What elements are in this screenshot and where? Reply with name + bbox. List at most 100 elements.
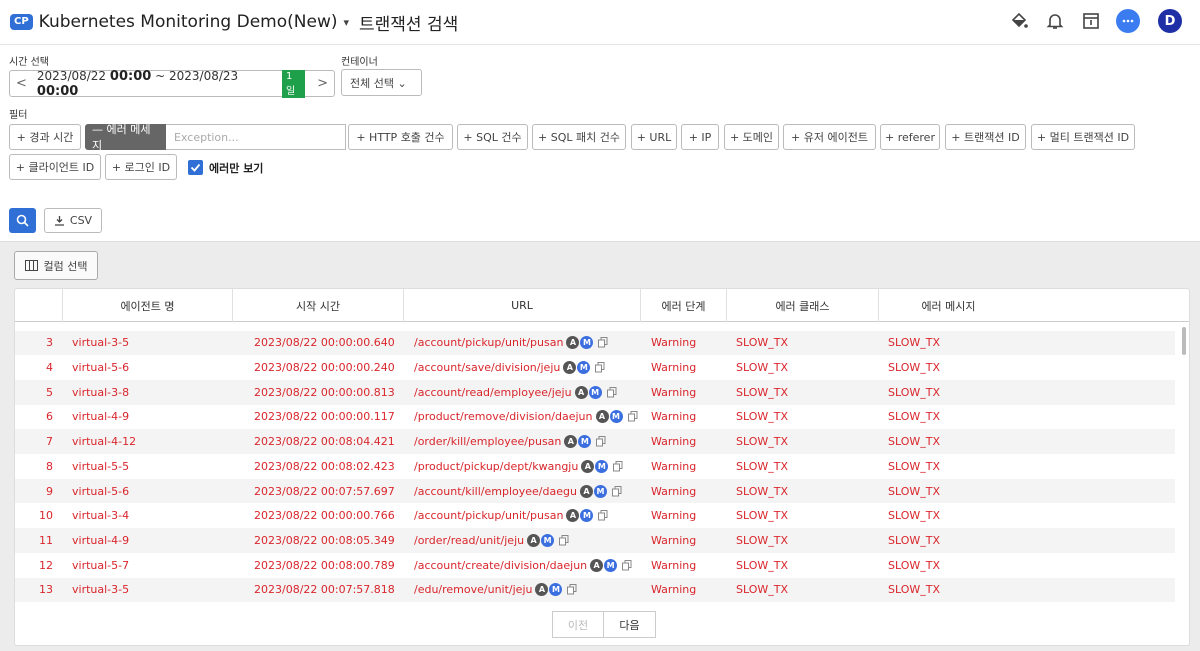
agent-m-badge[interactable]: M: [580, 509, 594, 523]
url-cell[interactable]: /product/remove/division/daejun A M: [414, 405, 638, 430]
chevron-down-icon[interactable]: ▾: [343, 16, 349, 29]
table-row[interactable]: 9 virtual-5-6 2023/08/22 00:07:57.697/acco…: [15, 478, 1175, 504]
filter-chip-user-agent[interactable]: + 유저 에이전트: [783, 124, 876, 150]
url-cell[interactable]: /order/read/unit/jeju A M: [414, 528, 569, 553]
col-agent-name[interactable]: 에이전트 명: [62, 289, 232, 322]
search-button[interactable]: [9, 208, 36, 233]
error-message-cell-text: SLOW_TX: [888, 558, 941, 572]
table-row[interactable]: 6 virtual-4-9 2023/08/22 00:00:00.117/prod…: [15, 405, 1175, 430]
url-cell[interactable]: /edu/remove/unit/jeju A M: [414, 578, 577, 603]
agent-m-badge[interactable]: M: [609, 410, 623, 424]
filter-chip-client-id[interactable]: + 클라이언트 ID: [9, 154, 101, 180]
filter-chip-ip[interactable]: + IP: [681, 124, 719, 150]
agent-a-badge[interactable]: A: [563, 361, 577, 375]
csv-download-button[interactable]: CSV: [44, 208, 102, 233]
agent-a-badge[interactable]: A: [574, 385, 588, 399]
copy-icon[interactable]: [595, 362, 605, 373]
user-avatar[interactable]: D: [1158, 9, 1182, 33]
filter-chip-sql-count[interactable]: + SQL 건수: [457, 124, 528, 150]
agent-a-badge[interactable]: A: [595, 410, 609, 424]
agent-a-badge[interactable]: A: [581, 459, 595, 473]
copy-icon[interactable]: [611, 485, 622, 497]
agent-m-badge[interactable]: M: [549, 583, 563, 597]
copy-icon[interactable]: [567, 584, 577, 595]
agent-a-badge[interactable]: A: [566, 336, 580, 350]
chat-icon[interactable]: [1116, 9, 1140, 33]
url-cell[interactable]: /account/kill/employee/daegu A M: [414, 479, 622, 504]
agent-m-badge[interactable]: M: [595, 459, 609, 473]
exception-input[interactable]: Exception...: [166, 124, 346, 150]
col-start-time[interactable]: 시작 시간: [232, 289, 403, 322]
filter-chip-error-message[interactable]: — 에러 메세지: [85, 123, 166, 152]
copy-icon[interactable]: [559, 534, 569, 546]
url-cell[interactable]: /account/pickup/unit/pusan A M: [414, 503, 608, 528]
paint-bucket-icon[interactable]: [1008, 10, 1030, 32]
container-select[interactable]: 전체 선택 ⌄: [341, 69, 422, 96]
errors-only-checkbox[interactable]: [188, 160, 203, 175]
copy-icon[interactable]: [606, 386, 617, 398]
project-selector[interactable]: Kubernetes Monitoring Demo(New): [39, 12, 338, 32]
agent-m-badge[interactable]: M: [541, 533, 555, 547]
url-cell[interactable]: /account/pickup/unit/pusan A M: [414, 331, 608, 356]
col-error-stage[interactable]: 에러 단계: [640, 289, 726, 322]
table-row[interactable]: 5 virtual-3-8 2023/08/22 00:00:00.813/acco…: [15, 379, 1175, 405]
table-row[interactable]: 8 virtual-5-5 2023/08/22 00:08:02.423/prod…: [15, 454, 1175, 479]
filter-chip-url[interactable]: + URL: [631, 124, 677, 150]
col-url[interactable]: URL: [403, 289, 640, 322]
filter-chip-login-id[interactable]: + 로그인 ID: [105, 154, 177, 180]
time-range-picker[interactable]: < 2023/08/22 00:00 ~ 2023/08/23 00:00 1일…: [9, 69, 335, 99]
agent-a-badge[interactable]: A: [564, 435, 578, 449]
table-row[interactable]: 12 virtual-5-7 2023/08/22 00:08:00.789/acc…: [15, 553, 1175, 578]
table-row[interactable]: 3 virtual-3-5 2023/08/22 00:00:00.640/acco…: [15, 330, 1175, 356]
column-select-button[interactable]: 컬럼 선택: [14, 251, 98, 280]
table-row[interactable]: 10 virtual-3-4 2023/08/22 00:00:00.766/acc…: [15, 503, 1175, 528]
time-range-text[interactable]: 2023/08/22 00:00 ~ 2023/08/23 00:00: [37, 69, 276, 99]
agent-m-badge[interactable]: M: [604, 558, 618, 572]
table-row[interactable]: 13 virtual-3-5 2023/08/22 00:07:57.818/edu…: [15, 577, 1175, 603]
copy-icon[interactable]: [613, 460, 623, 472]
agent-m-badge[interactable]: M: [580, 336, 594, 350]
copy-icon[interactable]: [596, 436, 606, 447]
copy-icon[interactable]: [598, 510, 608, 521]
col-error-message[interactable]: 에러 메시지: [878, 289, 1018, 322]
copy-icon[interactable]: [622, 559, 632, 571]
agent-m-badge[interactable]: M: [578, 435, 592, 449]
url-cell[interactable]: /product/pickup/dept/kwangju A M: [414, 454, 623, 479]
next-page-button[interactable]: 다음: [604, 611, 656, 638]
agent-a-badge[interactable]: A: [566, 509, 580, 523]
calendar-icon[interactable]: [1080, 10, 1102, 32]
filter-chip-multi-transaction-id[interactable]: + 멀티 트랜잭션 ID: [1031, 124, 1135, 150]
agent-m-badge[interactable]: M: [588, 385, 602, 399]
bell-icon[interactable]: [1044, 10, 1066, 32]
error-stage-cell-text: Warning: [651, 484, 697, 498]
filter-chip-referer[interactable]: + referer: [880, 124, 940, 150]
agent-m-badge[interactable]: M: [577, 361, 591, 375]
agent-a-badge[interactable]: A: [579, 484, 593, 498]
error-class-cell: SLOW_TX: [736, 331, 788, 356]
agent-m-badge[interactable]: M: [593, 484, 607, 498]
agent-a-badge[interactable]: A: [527, 533, 541, 547]
url-cell[interactable]: /account/read/employee/jeju A M: [414, 380, 617, 405]
agent-a-badge[interactable]: A: [535, 583, 549, 597]
url-cell-text: /account/kill/employee/daegu: [414, 484, 577, 498]
table-row[interactable]: 11 virtual-4-9 2023/08/22 00:08:05.349/ord…: [15, 528, 1175, 553]
table-scrollbar[interactable]: [1182, 327, 1186, 355]
agent-a-badge[interactable]: A: [590, 558, 604, 572]
filter-chip-http-calls[interactable]: + HTTP 호출 건수: [348, 124, 453, 150]
filter-chip-domain[interactable]: + 도메인: [724, 124, 779, 150]
prev-page-button[interactable]: 이전: [552, 611, 604, 638]
errors-only-label[interactable]: 에러만 보기: [209, 160, 263, 176]
time-prev-button[interactable]: <: [16, 76, 27, 91]
table-row[interactable]: 4 virtual-5-6 2023/08/22 00:00:00.240/acco…: [15, 355, 1175, 380]
url-cell[interactable]: /account/save/division/jeju A M: [414, 355, 605, 380]
filter-chip-sql-fetch[interactable]: + SQL 패치 건수: [532, 124, 626, 150]
copy-icon[interactable]: [627, 411, 638, 422]
copy-icon[interactable]: [598, 337, 608, 348]
time-next-button[interactable]: >: [317, 76, 328, 91]
filter-chip-transaction-id[interactable]: + 트랜잭션 ID: [945, 124, 1026, 150]
filter-chip-elapsed[interactable]: + 경과 시간: [9, 124, 81, 150]
table-row[interactable]: 7 virtual-4-12 2023/08/22 00:08:04.421/ord…: [15, 429, 1175, 454]
url-cell[interactable]: /account/create/division/daejun A M: [414, 553, 632, 578]
col-error-class[interactable]: 에러 클래스: [726, 289, 878, 322]
url-cell[interactable]: /order/kill/employee/pusan A M: [414, 429, 606, 454]
